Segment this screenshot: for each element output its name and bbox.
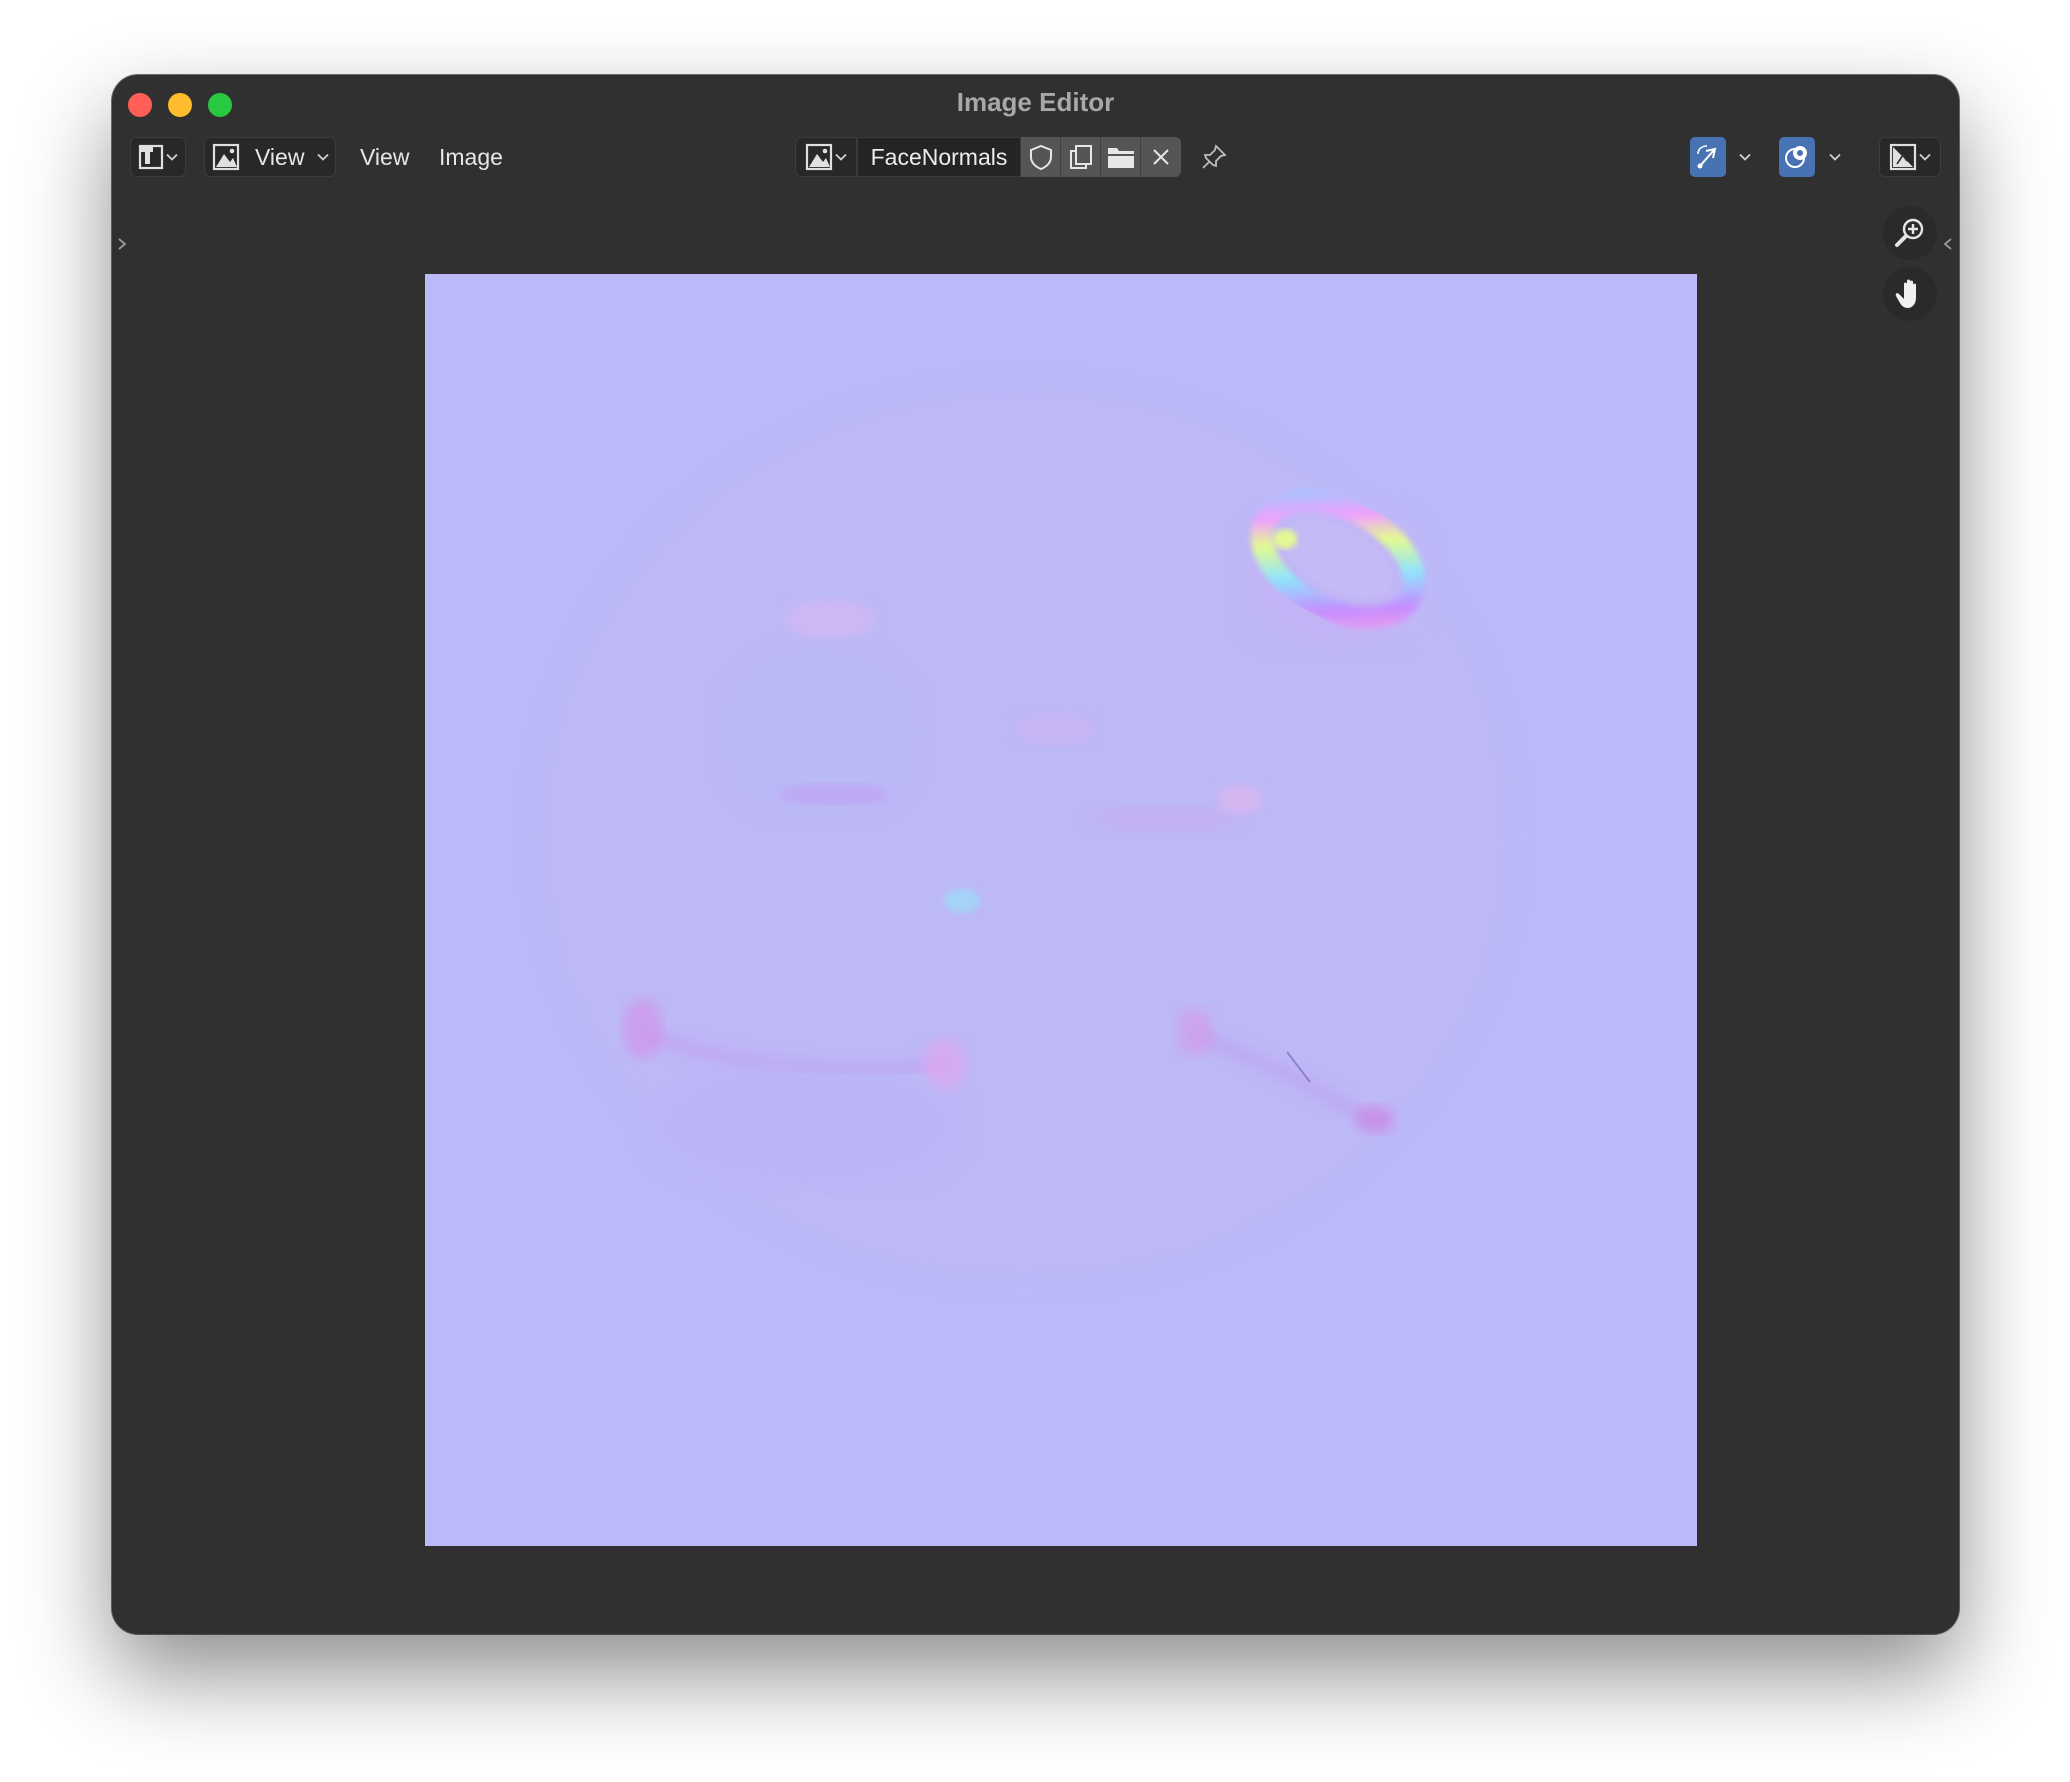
image-editor-icon: [138, 144, 164, 170]
close-icon: [1153, 149, 1169, 165]
normal-map-texture: [425, 274, 1697, 1546]
zoom-button[interactable]: [1883, 206, 1937, 260]
chevron-down-icon: [1829, 153, 1841, 161]
zoom-in-icon: [1895, 218, 1924, 247]
image-editor-window: Image Editor View View Image FaceNormals: [112, 75, 1959, 1634]
new-image-button[interactable]: [1061, 137, 1101, 177]
overlay-options-dropdown[interactable]: [1820, 137, 1850, 177]
sidebar-region-toggle[interactable]: [1938, 224, 1958, 264]
browse-image-button[interactable]: [795, 137, 857, 177]
pin-icon: [1202, 144, 1227, 169]
view-mode-label: View: [255, 143, 305, 170]
view-mode-dropdown[interactable]: View: [204, 137, 336, 177]
overlay-toggle[interactable]: [1779, 137, 1815, 177]
editor-type-selector[interactable]: [130, 137, 186, 177]
display-channels-dropdown[interactable]: [1879, 137, 1941, 177]
title-bar: Image Editor: [112, 75, 1959, 131]
gizmo-toggle[interactable]: [1690, 137, 1726, 177]
image-name-field[interactable]: FaceNormals: [857, 137, 1021, 177]
menu-image[interactable]: Image: [439, 137, 503, 177]
gizmo-icon: [1697, 145, 1717, 169]
gizmo-options-dropdown[interactable]: [1730, 137, 1760, 177]
overlay-icon: [1785, 146, 1807, 168]
chevron-down-icon: [1739, 153, 1751, 161]
chevron-down-icon: [835, 153, 847, 161]
pin-button[interactable]: [1194, 137, 1234, 177]
fake-user-button[interactable]: [1021, 137, 1061, 177]
duplicate-icon: [1069, 145, 1092, 169]
image-viewport[interactable]: [425, 274, 1697, 1546]
open-image-button[interactable]: [1101, 137, 1141, 177]
chevron-down-icon: [166, 153, 178, 161]
pan-button[interactable]: [1883, 267, 1937, 321]
chevron-down-icon: [1919, 153, 1931, 161]
chevron-right-icon: [118, 238, 127, 250]
menu-view[interactable]: View: [360, 137, 409, 177]
hand-icon: [1895, 279, 1916, 308]
shield-icon: [1029, 144, 1052, 171]
chevron-left-icon: [1943, 238, 1952, 250]
image-browse-icon: [805, 143, 833, 171]
channels-icon: [1889, 143, 1917, 171]
image-icon: [212, 143, 240, 171]
window-title: Image Editor: [956, 87, 1115, 117]
chevron-down-icon: [317, 153, 330, 161]
folder-icon: [1107, 148, 1134, 168]
toolbar-region-toggle[interactable]: [112, 224, 132, 264]
unlink-image-button[interactable]: [1141, 137, 1181, 177]
